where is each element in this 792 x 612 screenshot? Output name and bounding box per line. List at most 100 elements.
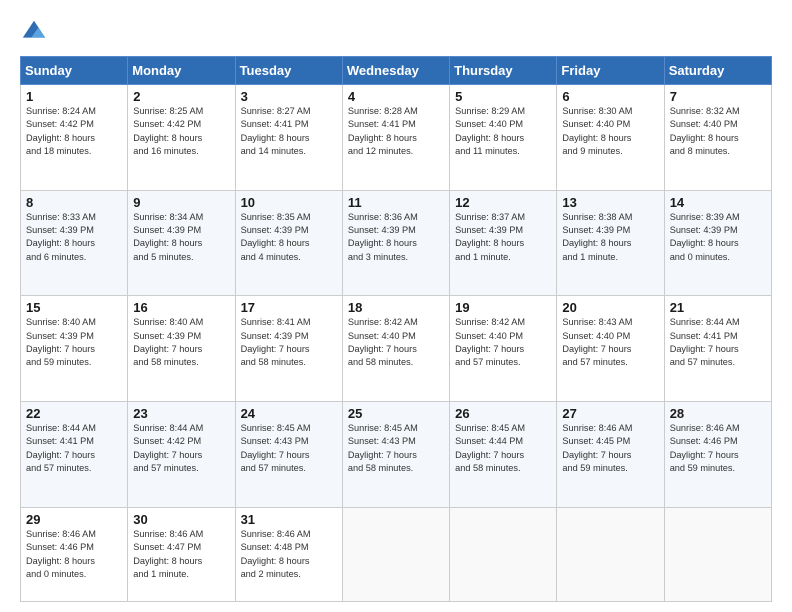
calendar-cell: 29Sunrise: 8:46 AM Sunset: 4:46 PM Dayli…: [21, 507, 128, 601]
day-number: 27: [562, 406, 658, 421]
calendar-week-row: 29Sunrise: 8:46 AM Sunset: 4:46 PM Dayli…: [21, 507, 772, 601]
day-number: 1: [26, 89, 122, 104]
day-info: Sunrise: 8:28 AM Sunset: 4:41 PM Dayligh…: [348, 105, 444, 158]
day-info: Sunrise: 8:25 AM Sunset: 4:42 PM Dayligh…: [133, 105, 229, 158]
weekday-header: Tuesday: [235, 57, 342, 85]
day-info: Sunrise: 8:43 AM Sunset: 4:40 PM Dayligh…: [562, 316, 658, 369]
day-info: Sunrise: 8:44 AM Sunset: 4:41 PM Dayligh…: [670, 316, 766, 369]
day-number: 16: [133, 300, 229, 315]
day-number: 25: [348, 406, 444, 421]
day-number: 17: [241, 300, 337, 315]
day-number: 28: [670, 406, 766, 421]
day-number: 23: [133, 406, 229, 421]
calendar-week-row: 22Sunrise: 8:44 AM Sunset: 4:41 PM Dayli…: [21, 402, 772, 508]
weekday-header: Friday: [557, 57, 664, 85]
day-info: Sunrise: 8:46 AM Sunset: 4:46 PM Dayligh…: [26, 528, 122, 581]
day-info: Sunrise: 8:46 AM Sunset: 4:47 PM Dayligh…: [133, 528, 229, 581]
calendar-cell: 8Sunrise: 8:33 AM Sunset: 4:39 PM Daylig…: [21, 190, 128, 296]
header: [20, 18, 772, 46]
weekday-header: Monday: [128, 57, 235, 85]
day-number: 29: [26, 512, 122, 527]
calendar-cell: 22Sunrise: 8:44 AM Sunset: 4:41 PM Dayli…: [21, 402, 128, 508]
calendar-cell: 21Sunrise: 8:44 AM Sunset: 4:41 PM Dayli…: [664, 296, 771, 402]
logo-icon: [20, 18, 48, 46]
calendar-week-row: 8Sunrise: 8:33 AM Sunset: 4:39 PM Daylig…: [21, 190, 772, 296]
calendar-cell: 16Sunrise: 8:40 AM Sunset: 4:39 PM Dayli…: [128, 296, 235, 402]
day-number: 10: [241, 195, 337, 210]
day-number: 6: [562, 89, 658, 104]
day-info: Sunrise: 8:45 AM Sunset: 4:43 PM Dayligh…: [241, 422, 337, 475]
day-info: Sunrise: 8:45 AM Sunset: 4:44 PM Dayligh…: [455, 422, 551, 475]
day-number: 4: [348, 89, 444, 104]
day-number: 18: [348, 300, 444, 315]
logo: [20, 18, 52, 46]
calendar-cell: 30Sunrise: 8:46 AM Sunset: 4:47 PM Dayli…: [128, 507, 235, 601]
day-number: 15: [26, 300, 122, 315]
calendar-cell: 5Sunrise: 8:29 AM Sunset: 4:40 PM Daylig…: [450, 85, 557, 191]
day-number: 9: [133, 195, 229, 210]
calendar-cell: 9Sunrise: 8:34 AM Sunset: 4:39 PM Daylig…: [128, 190, 235, 296]
day-info: Sunrise: 8:27 AM Sunset: 4:41 PM Dayligh…: [241, 105, 337, 158]
calendar-cell: [664, 507, 771, 601]
weekday-header: Saturday: [664, 57, 771, 85]
calendar-cell: 24Sunrise: 8:45 AM Sunset: 4:43 PM Dayli…: [235, 402, 342, 508]
calendar-cell: 18Sunrise: 8:42 AM Sunset: 4:40 PM Dayli…: [342, 296, 449, 402]
day-info: Sunrise: 8:42 AM Sunset: 4:40 PM Dayligh…: [348, 316, 444, 369]
calendar-header-row: SundayMondayTuesdayWednesdayThursdayFrid…: [21, 57, 772, 85]
calendar-cell: 31Sunrise: 8:46 AM Sunset: 4:48 PM Dayli…: [235, 507, 342, 601]
weekday-header: Thursday: [450, 57, 557, 85]
calendar-cell: 27Sunrise: 8:46 AM Sunset: 4:45 PM Dayli…: [557, 402, 664, 508]
calendar-table: SundayMondayTuesdayWednesdayThursdayFrid…: [20, 56, 772, 602]
day-info: Sunrise: 8:35 AM Sunset: 4:39 PM Dayligh…: [241, 211, 337, 264]
calendar-cell: 19Sunrise: 8:42 AM Sunset: 4:40 PM Dayli…: [450, 296, 557, 402]
day-info: Sunrise: 8:44 AM Sunset: 4:42 PM Dayligh…: [133, 422, 229, 475]
weekday-header: Wednesday: [342, 57, 449, 85]
calendar-cell: 3Sunrise: 8:27 AM Sunset: 4:41 PM Daylig…: [235, 85, 342, 191]
day-info: Sunrise: 8:39 AM Sunset: 4:39 PM Dayligh…: [670, 211, 766, 264]
calendar-cell: 17Sunrise: 8:41 AM Sunset: 4:39 PM Dayli…: [235, 296, 342, 402]
day-info: Sunrise: 8:46 AM Sunset: 4:45 PM Dayligh…: [562, 422, 658, 475]
day-info: Sunrise: 8:46 AM Sunset: 4:46 PM Dayligh…: [670, 422, 766, 475]
day-number: 21: [670, 300, 766, 315]
day-info: Sunrise: 8:36 AM Sunset: 4:39 PM Dayligh…: [348, 211, 444, 264]
day-info: Sunrise: 8:32 AM Sunset: 4:40 PM Dayligh…: [670, 105, 766, 158]
day-info: Sunrise: 8:40 AM Sunset: 4:39 PM Dayligh…: [133, 316, 229, 369]
day-info: Sunrise: 8:41 AM Sunset: 4:39 PM Dayligh…: [241, 316, 337, 369]
calendar-cell: [342, 507, 449, 601]
calendar-cell: 26Sunrise: 8:45 AM Sunset: 4:44 PM Dayli…: [450, 402, 557, 508]
day-number: 7: [670, 89, 766, 104]
day-number: 11: [348, 195, 444, 210]
calendar-cell: [557, 507, 664, 601]
day-info: Sunrise: 8:33 AM Sunset: 4:39 PM Dayligh…: [26, 211, 122, 264]
day-number: 20: [562, 300, 658, 315]
day-info: Sunrise: 8:46 AM Sunset: 4:48 PM Dayligh…: [241, 528, 337, 581]
calendar-cell: 1Sunrise: 8:24 AM Sunset: 4:42 PM Daylig…: [21, 85, 128, 191]
calendar-cell: 6Sunrise: 8:30 AM Sunset: 4:40 PM Daylig…: [557, 85, 664, 191]
calendar-cell: 14Sunrise: 8:39 AM Sunset: 4:39 PM Dayli…: [664, 190, 771, 296]
calendar-cell: 15Sunrise: 8:40 AM Sunset: 4:39 PM Dayli…: [21, 296, 128, 402]
calendar-cell: 12Sunrise: 8:37 AM Sunset: 4:39 PM Dayli…: [450, 190, 557, 296]
calendar-cell: 10Sunrise: 8:35 AM Sunset: 4:39 PM Dayli…: [235, 190, 342, 296]
day-info: Sunrise: 8:40 AM Sunset: 4:39 PM Dayligh…: [26, 316, 122, 369]
day-number: 12: [455, 195, 551, 210]
day-number: 22: [26, 406, 122, 421]
day-number: 8: [26, 195, 122, 210]
day-number: 24: [241, 406, 337, 421]
calendar-cell: 20Sunrise: 8:43 AM Sunset: 4:40 PM Dayli…: [557, 296, 664, 402]
day-number: 30: [133, 512, 229, 527]
calendar-cell: 2Sunrise: 8:25 AM Sunset: 4:42 PM Daylig…: [128, 85, 235, 191]
calendar-cell: 28Sunrise: 8:46 AM Sunset: 4:46 PM Dayli…: [664, 402, 771, 508]
weekday-header: Sunday: [21, 57, 128, 85]
day-info: Sunrise: 8:29 AM Sunset: 4:40 PM Dayligh…: [455, 105, 551, 158]
calendar-cell: 23Sunrise: 8:44 AM Sunset: 4:42 PM Dayli…: [128, 402, 235, 508]
day-number: 14: [670, 195, 766, 210]
day-info: Sunrise: 8:42 AM Sunset: 4:40 PM Dayligh…: [455, 316, 551, 369]
calendar-cell: 7Sunrise: 8:32 AM Sunset: 4:40 PM Daylig…: [664, 85, 771, 191]
page: SundayMondayTuesdayWednesdayThursdayFrid…: [0, 0, 792, 612]
calendar-cell: [450, 507, 557, 601]
calendar-cell: 25Sunrise: 8:45 AM Sunset: 4:43 PM Dayli…: [342, 402, 449, 508]
day-info: Sunrise: 8:38 AM Sunset: 4:39 PM Dayligh…: [562, 211, 658, 264]
day-number: 26: [455, 406, 551, 421]
calendar-cell: 11Sunrise: 8:36 AM Sunset: 4:39 PM Dayli…: [342, 190, 449, 296]
day-number: 19: [455, 300, 551, 315]
